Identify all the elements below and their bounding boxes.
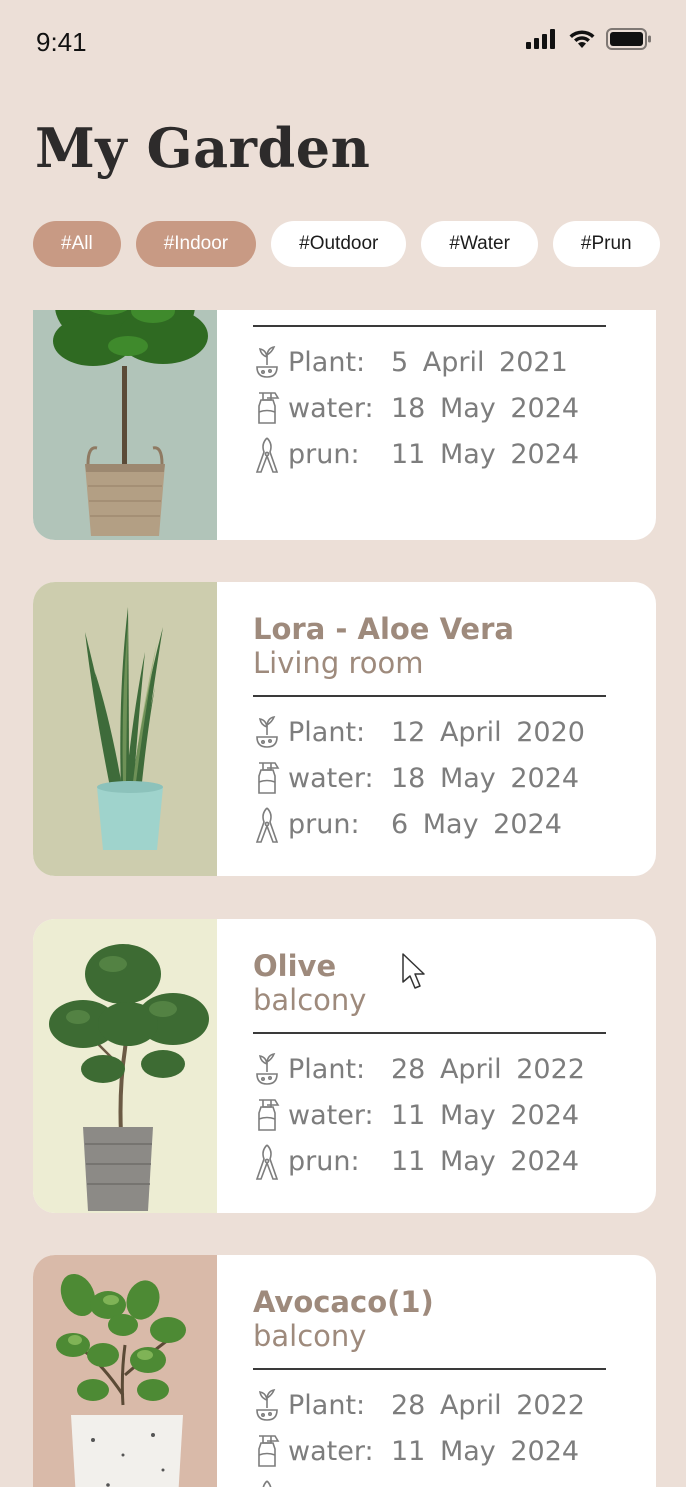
plant-card[interactable]: Lora - Aloe Vera Living room Plant: 12 A… [33,582,656,876]
water-label: water: [288,1099,374,1131]
filter-chip-prun[interactable]: #Prun [552,221,660,267]
prun-date: 11 May 2024 [391,1145,580,1177]
prun-label: prun: [288,1482,391,1487]
potted-tree-image [53,310,208,536]
water-date: 18 May 2024 [391,392,580,424]
water-label: water: [288,392,374,424]
battery-icon [606,28,651,50]
plant-list[interactable]: room Plant: 5 April 2021 water: 18 May 2… [0,310,686,1487]
plant-photo [33,582,217,876]
olive-tree-image [49,944,209,1211]
prun-label: prun: [288,1145,360,1177]
plant-card[interactable]: room Plant: 5 April 2021 water: 18 May 2… [33,310,656,540]
plant-label: Plant: [288,346,366,378]
plant-name: Olive [253,949,337,983]
water-date-row: water: 11 May 2024 [253,1428,606,1474]
plant-photo [33,919,217,1213]
mouse-pointer-icon [402,953,425,989]
plant-date-row: Plant: 28 April 2022 [253,1046,606,1092]
prun-label: prun: [288,808,360,840]
plant-date: 28 April 2022 [391,1389,585,1421]
spray-bottle-icon [253,758,288,798]
plant-label: Plant: [288,1053,366,1085]
water-date: 11 May 2024 [391,1435,580,1467]
plant-info: room Plant: 5 April 2021 water: 18 May 2… [253,310,606,477]
divider [253,695,606,697]
plant-info: Olive balcony Plant: 28 April 2022 water… [253,949,606,1184]
status-bar: 9:41 [0,0,686,84]
water-date-row: water: 11 May 2024 [253,1092,606,1138]
plant-date: 28 April 2022 [391,1053,585,1085]
plant-name: Avocaco(1) [253,1285,434,1319]
plant-photo [33,310,217,540]
pruning-shears-icon [253,1477,288,1487]
prun-date: 11 May 2024 [391,438,580,470]
prun-date: 6 May 2024 [391,808,562,840]
plant-date: 5 April 2021 [391,346,568,378]
plant-name: Lora - Aloe Vera [253,612,514,646]
filter-chip-water[interactable]: #Water [421,221,538,267]
prun-date-row: prun: [253,1474,606,1487]
water-date-row: water: 18 May 2024 [253,755,606,801]
plant-date: 12 April 2020 [391,716,585,748]
divider [253,1368,606,1370]
water-date: 11 May 2024 [391,1099,580,1131]
water-label: water: [288,1435,374,1467]
plant-info: Avocaco(1) balcony Plant: 28 April 2022 … [253,1285,606,1487]
wifi-icon [569,30,595,48]
status-icons [526,28,652,50]
filter-chip-all[interactable]: #All [33,221,121,267]
pruning-shears-icon [253,1141,288,1181]
divider [253,325,606,327]
plant-info: Lora - Aloe Vera Living room Plant: 12 A… [253,612,606,847]
plant-photo [33,1255,217,1487]
prun-date-row: prun: 6 May 2024 [253,801,606,847]
status-time: 9:41 [36,27,87,57]
water-label: water: [288,762,374,794]
spray-bottle-icon [253,1431,288,1471]
plant-date-row: Plant: 28 April 2022 [253,1382,606,1428]
filter-chips: #All #Indoor #Outdoor #Water #Prun [33,221,660,267]
plant-label: Plant: [288,716,366,748]
plant-sprout-icon [253,1049,288,1089]
plant-location: balcony [253,983,367,1017]
plant-date-row: Plant: 12 April 2020 [253,709,606,755]
prun-date-row: prun: 11 May 2024 [253,431,606,477]
plant-sprout-icon [253,712,288,752]
water-date-row: water: 18 May 2024 [253,385,606,431]
plant-location: Living room [253,646,424,680]
plant-sprout-icon [253,342,288,382]
cellular-signal-icon [526,29,555,49]
prun-date-row: prun: 11 May 2024 [253,1138,606,1184]
spray-bottle-icon [253,388,288,428]
jade-plant-image [56,1273,186,1487]
prun-label: prun: [288,438,360,470]
filter-chip-outdoor[interactable]: #Outdoor [271,221,407,267]
pruning-shears-icon [253,434,288,474]
snake-plant-image [85,607,163,850]
water-date: 18 May 2024 [391,762,580,794]
plant-location: balcony [253,1319,367,1353]
plant-date-row: Plant: 5 April 2021 [253,339,606,385]
plant-card[interactable]: Avocaco(1) balcony Plant: 28 April 2022 … [33,1255,656,1487]
spray-bottle-icon [253,1095,288,1135]
divider [253,1032,606,1034]
filter-chip-indoor[interactable]: #Indoor [135,221,257,267]
plant-card[interactable]: Olive balcony Plant: 28 April 2022 water… [33,919,656,1213]
page-title: My Garden [35,116,371,180]
plant-label: Plant: [288,1389,366,1421]
plant-sprout-icon [253,1385,288,1425]
pruning-shears-icon [253,804,288,844]
